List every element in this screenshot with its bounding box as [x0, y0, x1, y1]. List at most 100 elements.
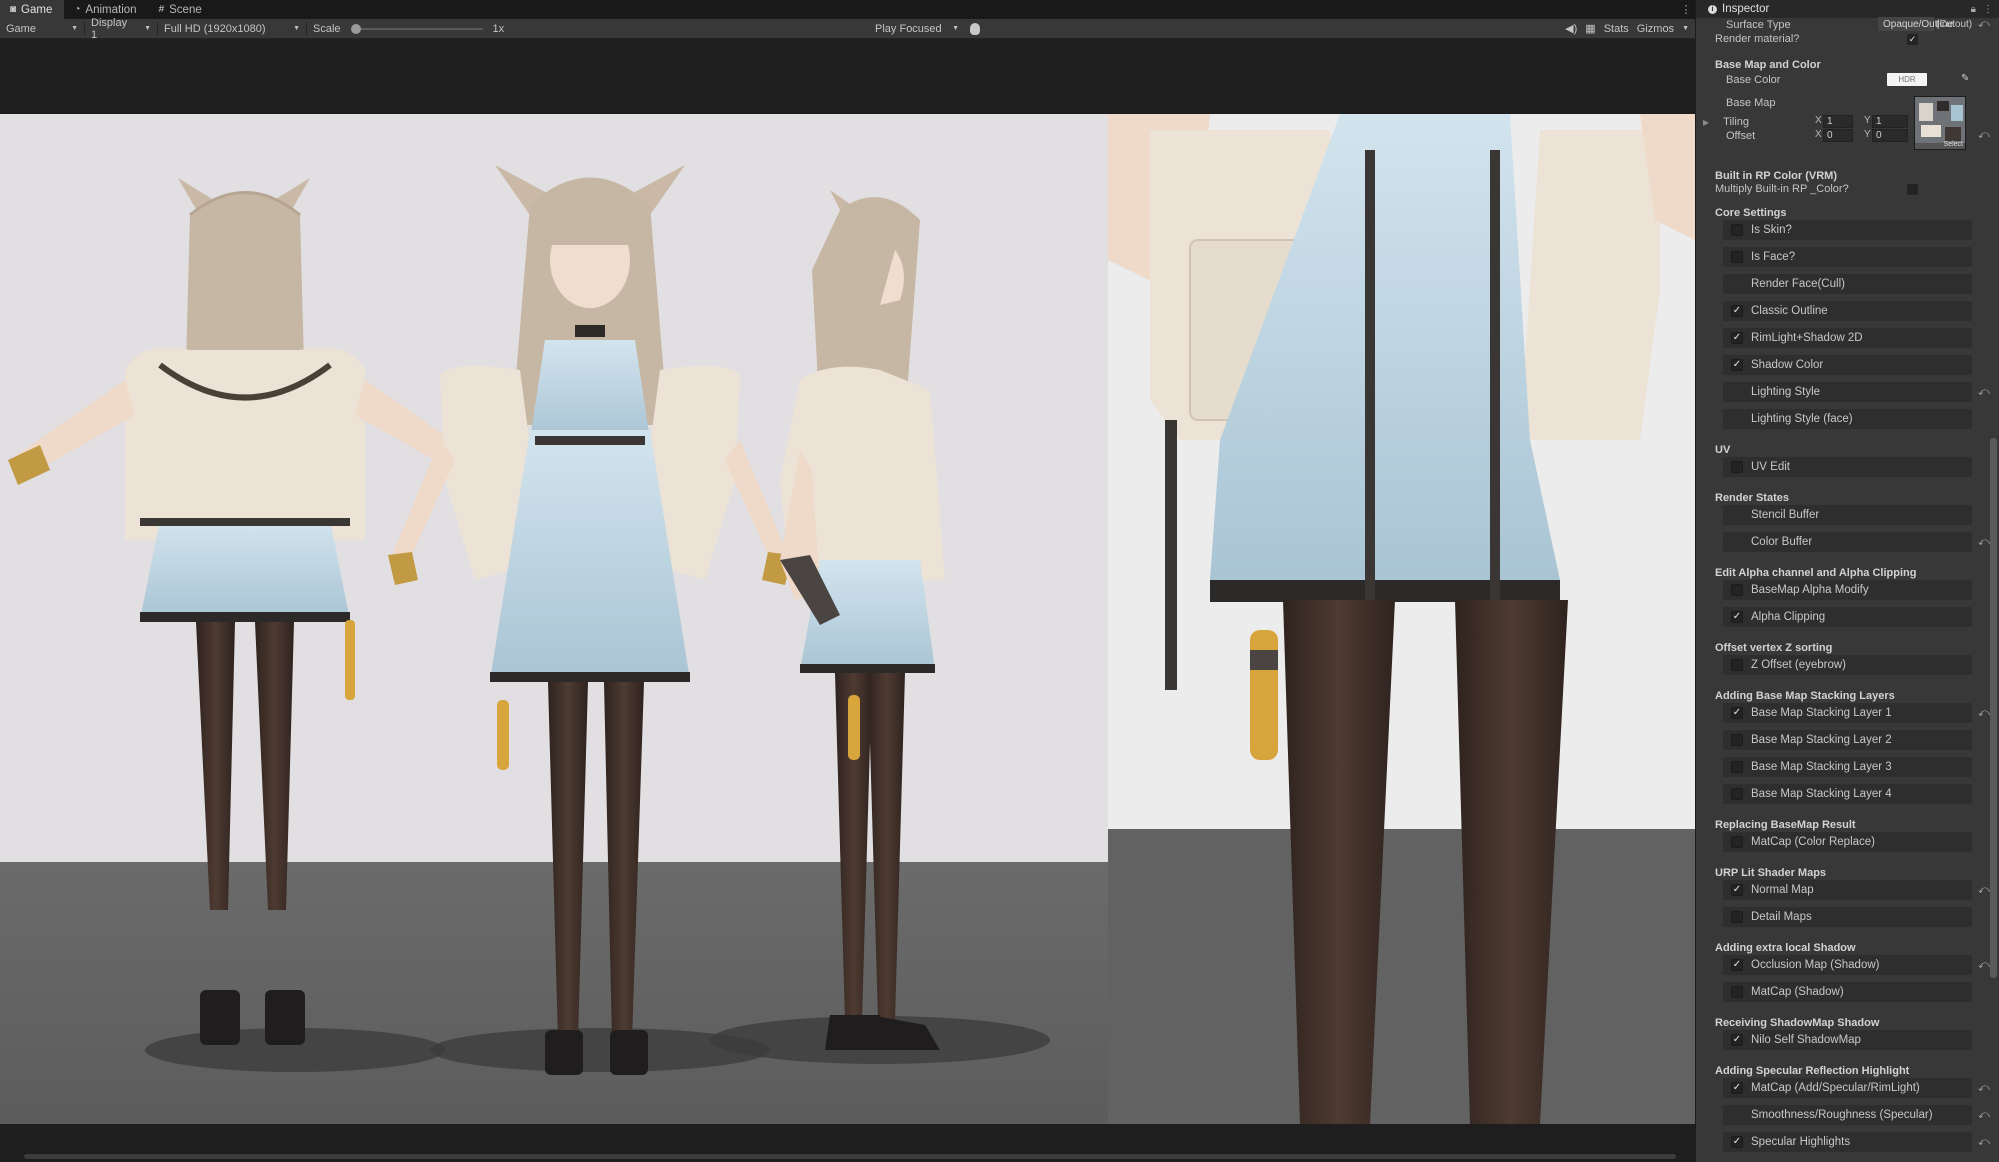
scale-value: 1x [492, 22, 505, 35]
checkbox-checked[interactable]: ✓ [1731, 1136, 1743, 1148]
offset-y-field[interactable]: 0 [1872, 129, 1908, 142]
shader-toggle-row[interactable]: ✓ Nilo Self ShadowMap [1723, 1030, 1972, 1050]
lock-icon[interactable]: 🔒︎ [1971, 4, 1976, 15]
tiling-x-field[interactable]: 1 [1823, 115, 1853, 128]
inspector-tab-bar: i Inspector 🔒︎ ⋮ [1696, 0, 1999, 18]
shader-toggle-row[interactable]: Z Offset (eyebrow) [1723, 655, 1972, 675]
shader-toggle-row[interactable]: Lighting Style [1723, 382, 1972, 402]
revert-icon[interactable]: ⤺ [1978, 129, 1990, 142]
gizmos-caret-icon[interactable]: ▼ [1682, 25, 1689, 32]
render-material-checkbox[interactable]: ✓ [1907, 33, 1918, 45]
eyedropper-icon[interactable]: ✎ [1961, 73, 1969, 84]
offset-x-field[interactable]: 0 [1823, 129, 1853, 142]
checkbox-unchecked[interactable] [1731, 584, 1743, 596]
base-color-swatch[interactable]: HDR [1887, 73, 1927, 86]
revert-icon[interactable]: ⤺ [1978, 707, 1990, 720]
checkbox-unchecked[interactable] [1731, 836, 1743, 848]
checkbox-checked[interactable]: ✓ [1731, 1034, 1743, 1046]
info-icon: i [1708, 4, 1717, 14]
shader-toggle-row[interactable]: BaseMap Alpha Modify [1723, 580, 1972, 600]
shader-toggle-row[interactable]: ✓ Occlusion Map (Shadow) [1723, 955, 1972, 975]
revert-icon[interactable]: ⤺ [1978, 18, 1990, 31]
shader-toggle-row[interactable]: Base Map Stacking Layer 4 [1723, 784, 1972, 804]
checkbox-unchecked[interactable] [1731, 734, 1743, 746]
play-mode-dropdown[interactable]: Play Focused ▼ [869, 19, 965, 39]
checkbox-unchecked[interactable] [1731, 224, 1743, 236]
resolution-dropdown[interactable]: Full HD (1920x1080) ▼ [158, 19, 306, 39]
checkbox-checked[interactable]: ✓ [1731, 959, 1743, 971]
revert-icon[interactable]: ⤺ [1978, 386, 1990, 399]
checkbox-checked[interactable]: ✓ [1731, 707, 1743, 719]
builtin-multiply-row: Multiply Built-in RP _Color? [1696, 182, 1986, 196]
revert-icon[interactable]: ⤺ [1978, 1082, 1990, 1095]
checkbox-unchecked[interactable] [1731, 986, 1743, 998]
shader-toggle-row[interactable]: ✓ Shadow Color [1723, 355, 1972, 375]
view-mode-dropdown[interactable]: Game ▼ [0, 19, 84, 39]
inspector-menu-kebab-icon[interactable]: ⋮ [1983, 4, 1993, 15]
tab-menu-kebab-icon[interactable]: ⋮ [1677, 0, 1695, 19]
shader-toggle-row[interactable]: MatCap (Shadow) [1723, 982, 1972, 1002]
section-header-row: URP Lit Shader Maps [1696, 866, 1986, 880]
tiling-foldout-arrow-icon[interactable]: ▶ [1696, 118, 1709, 127]
shader-toggle-row[interactable]: Stencil Buffer [1723, 505, 1972, 525]
builtin-multiply-label: Multiply Built-in RP _Color? [1715, 183, 1849, 195]
tab-inspector[interactable]: i Inspector [1708, 3, 1769, 15]
tiling-y-label: Y [1864, 115, 1871, 126]
surface-type-dropdown[interactable]: Opaque/Outline [1878, 17, 1953, 31]
builtin-multiply-checkbox[interactable] [1907, 183, 1918, 195]
shader-toggle-row[interactable]: Color Buffer [1723, 532, 1972, 552]
keyboard-icon[interactable]: ▦ [1585, 22, 1595, 35]
gamepad-icon: ◙ [10, 4, 17, 15]
revert-icon[interactable]: ⤺ [1978, 884, 1990, 897]
checkbox-unchecked[interactable] [1731, 251, 1743, 263]
shader-toggle-row[interactable]: ✓ Base Map Stacking Layer 1 [1723, 703, 1972, 723]
shader-toggle-row[interactable]: Base Map Stacking Layer 2 [1723, 730, 1972, 750]
display-dropdown[interactable]: Display 1 ▼ [85, 17, 157, 41]
shader-toggle-row[interactable]: UV Edit [1723, 457, 1972, 477]
shader-toggle-row[interactable]: ✓ Specular Highlights [1723, 1132, 1972, 1152]
revert-icon[interactable]: ⤺ [1978, 536, 1990, 549]
shader-toggle-row[interactable]: Is Face? [1723, 247, 1972, 267]
shader-toggle-row[interactable]: Render Face(Cull) [1723, 274, 1972, 294]
surface-type-row: Surface Type Opaque/Outline (Cutout) [1696, 17, 1986, 32]
stats-button[interactable]: Stats [1604, 23, 1629, 35]
checkbox-unchecked[interactable] [1731, 461, 1743, 473]
checkbox-unchecked[interactable] [1731, 788, 1743, 800]
tab-game[interactable]: ◙ Game [0, 0, 65, 19]
game-viewport[interactable] [0, 40, 1695, 1162]
horizontal-scrollbar[interactable] [24, 1154, 1676, 1159]
shader-toggle-row[interactable]: Smoothness/Roughness (Specular) [1723, 1105, 1972, 1125]
revert-icon[interactable]: ⤺ [1978, 1136, 1990, 1149]
shader-toggle-row[interactable]: Lighting Style (face) [1723, 409, 1972, 429]
shader-toggle-row[interactable]: ✓ MatCap (Add/Specular/RimLight) [1723, 1078, 1972, 1098]
shader-toggle-row[interactable]: MatCap (Color Replace) [1723, 832, 1972, 852]
checkbox-unchecked[interactable] [1731, 659, 1743, 671]
checkbox-checked[interactable]: ✓ [1731, 332, 1743, 344]
debug-button[interactable] [965, 22, 985, 35]
gizmos-button[interactable]: Gizmos [1637, 23, 1674, 35]
checkbox-checked[interactable]: ✓ [1731, 305, 1743, 317]
tiling-y-field[interactable]: 1 [1872, 115, 1908, 128]
checkbox-checked[interactable]: ✓ [1731, 1082, 1743, 1094]
scale-slider-thumb[interactable] [350, 23, 361, 34]
vertical-scrollbar[interactable] [1990, 438, 1997, 978]
shader-toggle-row[interactable]: Base Map Stacking Layer 3 [1723, 757, 1972, 777]
shader-toggle-row[interactable]: ✓ Classic Outline [1723, 301, 1972, 321]
checkbox-checked[interactable]: ✓ [1731, 884, 1743, 896]
checkbox-unchecked[interactable] [1731, 761, 1743, 773]
revert-icon[interactable]: ⤺ [1978, 1109, 1990, 1122]
offset-y-label: Y [1864, 129, 1871, 140]
shader-toggle-row[interactable]: ✓ Normal Map [1723, 880, 1972, 900]
checkbox-checked[interactable]: ✓ [1731, 611, 1743, 623]
scale-slider[interactable] [350, 23, 483, 34]
checkbox-unchecked[interactable] [1731, 911, 1743, 923]
checkbox-checked[interactable]: ✓ [1731, 359, 1743, 371]
shader-toggle-row[interactable]: Is Skin? [1723, 220, 1972, 240]
tab-scene[interactable]: # Scene [149, 0, 214, 19]
shader-toggle-row[interactable]: ✓ RimLight+Shadow 2D [1723, 328, 1972, 348]
revert-icon[interactable]: ⤺ [1978, 959, 1990, 972]
shader-toggle-row[interactable]: Detail Maps [1723, 907, 1972, 927]
shader-toggle-row[interactable]: ✓ Alpha Clipping [1723, 607, 1972, 627]
speaker-icon[interactable]: ◀) [1565, 22, 1577, 35]
section-header-row: Render States [1696, 491, 1986, 505]
